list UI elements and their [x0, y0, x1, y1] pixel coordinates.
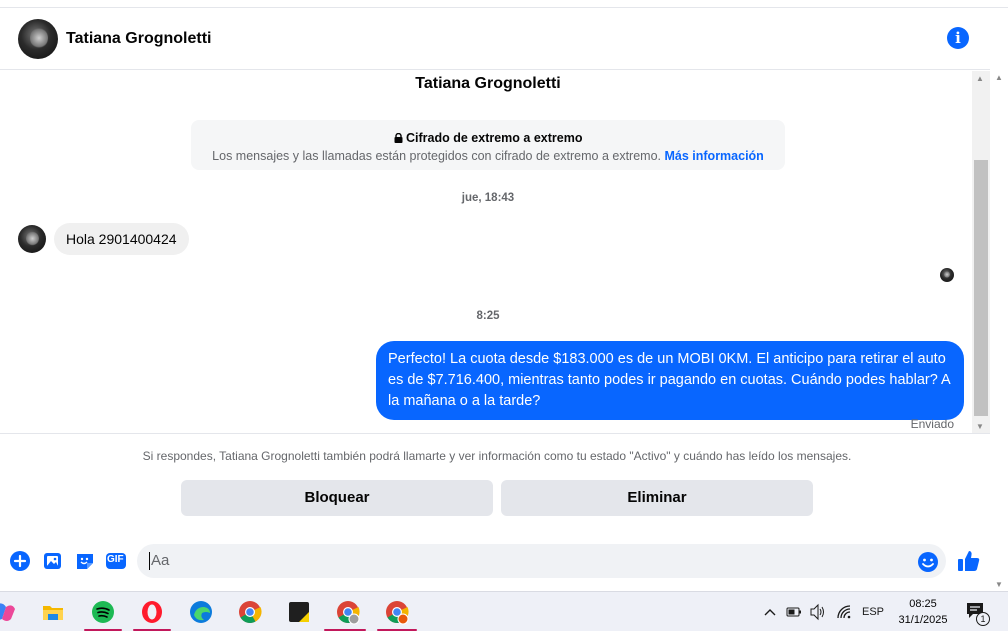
plus-icon[interactable] [9, 550, 31, 572]
message-request-footer: Si respondes, Tatiana Grognoletti tambié… [0, 433, 990, 536]
page-scroll-up-icon[interactable]: ▲ [995, 73, 1003, 82]
scroll-up-arrow-icon[interactable]: ▲ [976, 74, 984, 83]
thread-scrollbar[interactable]: ▲ ▼ [972, 71, 990, 433]
top-strip [0, 0, 1008, 8]
system-clock[interactable]: 08:25 31/1/2025 [888, 596, 958, 628]
sticky-notes-icon[interactable] [286, 599, 312, 625]
request-notice: Si respondes, Tatiana Grognoletti tambié… [142, 449, 852, 463]
message-input[interactable]: Aa [137, 544, 946, 578]
spotify-icon[interactable] [90, 599, 116, 625]
text-cursor [149, 552, 150, 571]
language-indicator[interactable]: ESP [862, 592, 884, 632]
contact-name[interactable]: Tatiana Grognoletti [66, 30, 211, 48]
battery-icon[interactable] [786, 592, 802, 632]
gif-icon[interactable]: GIF [105, 550, 127, 572]
encryption-text: Los mensajes y las llamadas están proteg… [212, 149, 662, 163]
thumbs-up-icon[interactable] [956, 548, 982, 574]
tray-chevron-icon[interactable] [763, 592, 777, 632]
more-info-link[interactable]: Más información [665, 149, 764, 163]
emoji-icon[interactable] [917, 551, 939, 573]
page-scrollbar[interactable]: ▲ ▼ [990, 71, 1008, 591]
encryption-notice: Cifrado de extremo a extremo Los mensaje… [191, 120, 785, 170]
notification-count: 1 [976, 612, 990, 626]
delivery-status: Enviado [910, 417, 954, 431]
gif-label: GIF [107, 554, 124, 565]
delete-button[interactable]: Eliminar [501, 480, 813, 516]
clock-time: 08:25 [909, 598, 937, 610]
lock-icon [394, 131, 406, 145]
message-timestamp: 8:25 [476, 310, 500, 322]
info-icon[interactable]: i [947, 27, 969, 49]
sender-avatar[interactable] [18, 225, 46, 253]
contact-avatar[interactable] [18, 18, 58, 59]
file-explorer-icon[interactable] [40, 599, 66, 625]
message-thread: Tatiana Grognoletti Cifrado de extremo a… [0, 71, 972, 433]
page-scroll-down-icon[interactable]: ▼ [995, 580, 1003, 589]
block-button[interactable]: Bloquear [181, 480, 493, 516]
read-receipt-avatar [940, 268, 954, 282]
chrome-profile-icon[interactable] [335, 599, 361, 625]
scroll-down-arrow-icon[interactable]: ▼ [976, 422, 984, 431]
incoming-message-row: Hola 2901400424 [18, 223, 189, 255]
composer-bar: GIF Aa [0, 536, 1008, 591]
photo-icon[interactable] [42, 550, 64, 572]
chrome-profile-2-icon[interactable] [384, 599, 410, 625]
thread-title: Tatiana Grognoletti [415, 75, 561, 92]
conversation-header: Tatiana Grognoletti i [0, 8, 990, 70]
message-timestamp: jue, 18:43 [461, 192, 515, 204]
outgoing-message-bubble[interactable]: Perfecto! La cuota desde $183.000 es de … [376, 341, 964, 420]
encryption-title: Cifrado de extremo a extremo [406, 131, 583, 145]
windows-taskbar: ESP 08:25 31/1/2025 1 [0, 591, 1008, 631]
volume-icon[interactable] [809, 592, 827, 632]
sticker-icon[interactable] [74, 550, 96, 572]
incoming-message-bubble[interactable]: Hola 2901400424 [54, 223, 189, 255]
edge-icon[interactable] [188, 599, 214, 625]
messenger-window: Tatiana Grognoletti i Tatiana Grognolett… [0, 0, 1008, 591]
notifications-icon[interactable]: 1 [965, 592, 990, 632]
clock-date: 31/1/2025 [898, 614, 948, 626]
chrome-icon[interactable] [237, 599, 263, 625]
opera-icon[interactable] [139, 599, 165, 625]
message-input-placeholder: Aa [151, 552, 170, 569]
scroll-thumb[interactable] [974, 160, 988, 416]
wifi-icon[interactable] [835, 592, 853, 632]
copilot-icon[interactable] [0, 599, 18, 625]
